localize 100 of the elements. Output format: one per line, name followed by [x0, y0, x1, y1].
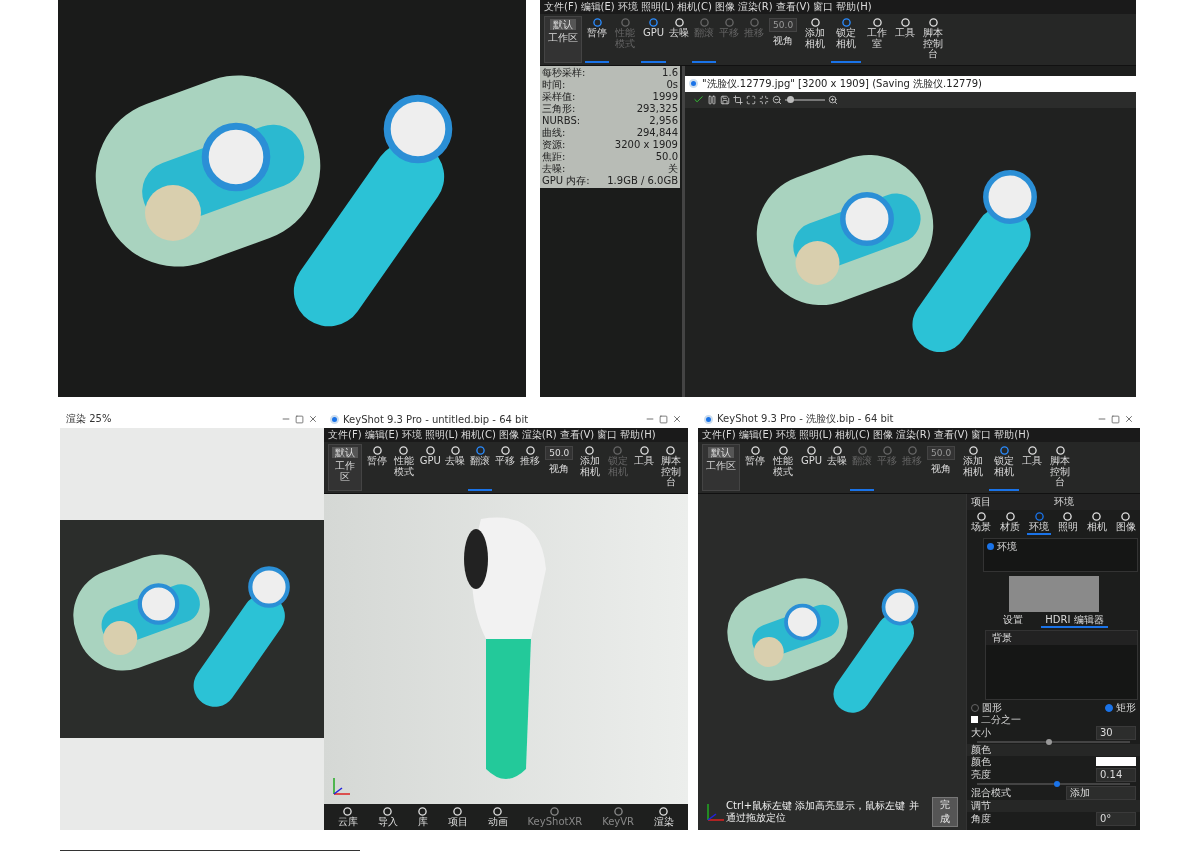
toolbar-button[interactable]: 脚本控制台	[918, 16, 949, 63]
maximize-icon[interactable]	[295, 414, 304, 424]
menu-item[interactable]: 图像	[714, 1, 735, 13]
menu-item[interactable]: 文件(F)	[328, 429, 362, 441]
menu-item[interactable]: 编辑(E)	[580, 1, 615, 13]
shape-radio[interactable]: 矩形	[1105, 701, 1136, 714]
zoom-out-icon[interactable]	[772, 94, 782, 105]
shape-radio[interactable]: 圆形	[971, 701, 1002, 714]
maximize-icon[interactable]	[1111, 414, 1120, 424]
menu-item[interactable]: 帮助(H)	[836, 1, 872, 13]
field-of-view-field[interactable]: 50.0	[545, 446, 574, 460]
toolbar-button[interactable]: 暂停	[365, 444, 390, 491]
menu-item[interactable]: 渲染(R)	[521, 429, 557, 441]
check-icon[interactable]	[693, 94, 704, 105]
menu-item[interactable]: 渲染(R)	[737, 1, 773, 13]
toolbar-button[interactable]: 去噪	[443, 444, 468, 491]
menu-item[interactable]: 相机(C)	[461, 429, 496, 441]
maximize-icon[interactable]	[659, 414, 668, 424]
workspace-dropdown[interactable]: 默认 工作区	[702, 444, 740, 491]
toolbar-button[interactable]: 工具	[1020, 444, 1045, 491]
menu-item[interactable]: 照明(L)	[424, 429, 459, 441]
brightness-field[interactable]: 0.14	[1096, 767, 1136, 782]
toolbar-button[interactable]: 工作室	[862, 16, 893, 63]
zoom-in-icon[interactable]	[828, 94, 838, 105]
menu-item[interactable]: 相机(C)	[835, 429, 870, 441]
half-checkbox[interactable]: 二分之一	[971, 713, 1021, 726]
toolbar-button[interactable]: 性能模式	[768, 444, 798, 491]
menu-item[interactable]: 查看(V)	[559, 429, 595, 441]
toolbar-button[interactable]: 添加相机	[958, 444, 989, 491]
color-section-header[interactable]: 颜色	[967, 743, 1140, 756]
actual-size-icon[interactable]	[759, 94, 769, 105]
toolbar-button[interactable]: 翻滚	[468, 444, 493, 491]
menu-item[interactable]: 照明(L)	[640, 1, 675, 13]
pause-icon[interactable]	[707, 94, 717, 105]
crop-icon[interactable]	[733, 94, 743, 105]
menu-item[interactable]: 帮助(H)	[994, 429, 1030, 441]
menu-item[interactable]: 图像	[872, 429, 893, 441]
menu-item[interactable]: 渲染(R)	[895, 429, 931, 441]
toolbar-button[interactable]: 添加相机	[800, 16, 831, 63]
fit-icon[interactable]	[746, 94, 756, 105]
environment-item[interactable]: 环境	[997, 539, 1017, 554]
menu-item[interactable]: 编辑(E)	[738, 429, 773, 441]
menu-item[interactable]: 窗口	[813, 1, 834, 13]
toolbar-button[interactable]: 添加相机	[576, 444, 604, 491]
toolbar-button[interactable]: 脚本控制台	[1045, 444, 1076, 491]
menu-item[interactable]: 帮助(H)	[620, 429, 656, 441]
bottom-bar-button[interactable]: 动画	[485, 806, 510, 828]
panel-tab[interactable]: 材质	[998, 510, 1023, 535]
panel-tab[interactable]: 环境	[1027, 510, 1052, 535]
workspace-dropdown[interactable]: 默认 工作区	[544, 16, 582, 63]
toolbar-button[interactable]: 暂停	[743, 444, 767, 491]
menu-item[interactable]: 照明(L)	[798, 429, 833, 441]
close-icon[interactable]	[308, 414, 318, 424]
menu-item[interactable]: 环境	[775, 429, 796, 441]
menu-item[interactable]: 编辑(E)	[364, 429, 399, 441]
brightness-slider[interactable]	[977, 782, 1130, 785]
panel-tab[interactable]: 图像	[1113, 510, 1138, 535]
menu-item[interactable]: 环境	[401, 429, 422, 441]
workspace-dropdown[interactable]: 默认 工作区	[328, 444, 363, 491]
color-swatch[interactable]	[1096, 757, 1136, 766]
menu-item[interactable]: 查看(V)	[933, 429, 969, 441]
toolbar-button[interactable]: 工具	[632, 444, 657, 491]
toolbar-button[interactable]: 暂停	[585, 16, 609, 63]
toolbar-button[interactable]: 去噪	[667, 16, 692, 63]
panel-subtab[interactable]: HDRI 编辑器	[1041, 613, 1108, 628]
adjust-section-header[interactable]: 调节	[967, 799, 1140, 812]
menu-item[interactable]: 窗口	[597, 429, 618, 441]
panel-tab[interactable]: 照明	[1055, 510, 1080, 535]
toolbar-button[interactable]: 锁定相机	[989, 444, 1020, 491]
bottom-bar-button[interactable]: 导入	[375, 806, 400, 828]
toolbar-button[interactable]: 工具	[893, 16, 918, 63]
toolbar-button[interactable]: GPU	[418, 444, 443, 491]
toolbar-button[interactable]: 脚本控制台	[657, 444, 684, 491]
close-icon[interactable]	[1124, 414, 1134, 424]
toolbar-button[interactable]: 去噪	[825, 444, 850, 491]
toolbar-button[interactable]: 性能模式	[390, 444, 418, 491]
toolbar-button[interactable]: 锁定相机	[831, 16, 862, 63]
menu-item[interactable]: 图像	[498, 429, 519, 441]
zoom-slider[interactable]	[785, 98, 825, 101]
bottom-bar-button[interactable]: 渲染	[652, 806, 676, 828]
panel-tab[interactable]: 场景	[969, 510, 994, 535]
menu-item[interactable]: 文件(F)	[544, 1, 578, 13]
size-field[interactable]: 30	[1096, 725, 1136, 740]
bottom-bar-button[interactable]: 库	[415, 806, 430, 828]
menu-item[interactable]: 窗口	[971, 429, 992, 441]
blend-mode-dropdown[interactable]: 添加	[1066, 785, 1136, 800]
save-icon[interactable]	[720, 94, 730, 105]
menu-item[interactable]: 环境	[617, 1, 638, 13]
toolbar-button[interactable]: 平移	[493, 444, 518, 491]
menu-item[interactable]: 查看(V)	[775, 1, 811, 13]
close-icon[interactable]	[672, 414, 682, 424]
panel-tab[interactable]: 相机	[1084, 510, 1109, 535]
bottom-bar-button[interactable]: 项目	[445, 806, 470, 828]
toolbar-button[interactable]: 推移	[518, 444, 543, 491]
menu-item[interactable]: 文件(F)	[702, 429, 736, 441]
toolbar-button[interactable]: GPU	[799, 444, 825, 491]
menu-item[interactable]: 相机(C)	[677, 1, 712, 13]
panel-subtab[interactable]: 设置	[999, 613, 1028, 628]
toolbar-button[interactable]: GPU	[641, 16, 667, 63]
done-button[interactable]: 完成	[932, 797, 958, 827]
